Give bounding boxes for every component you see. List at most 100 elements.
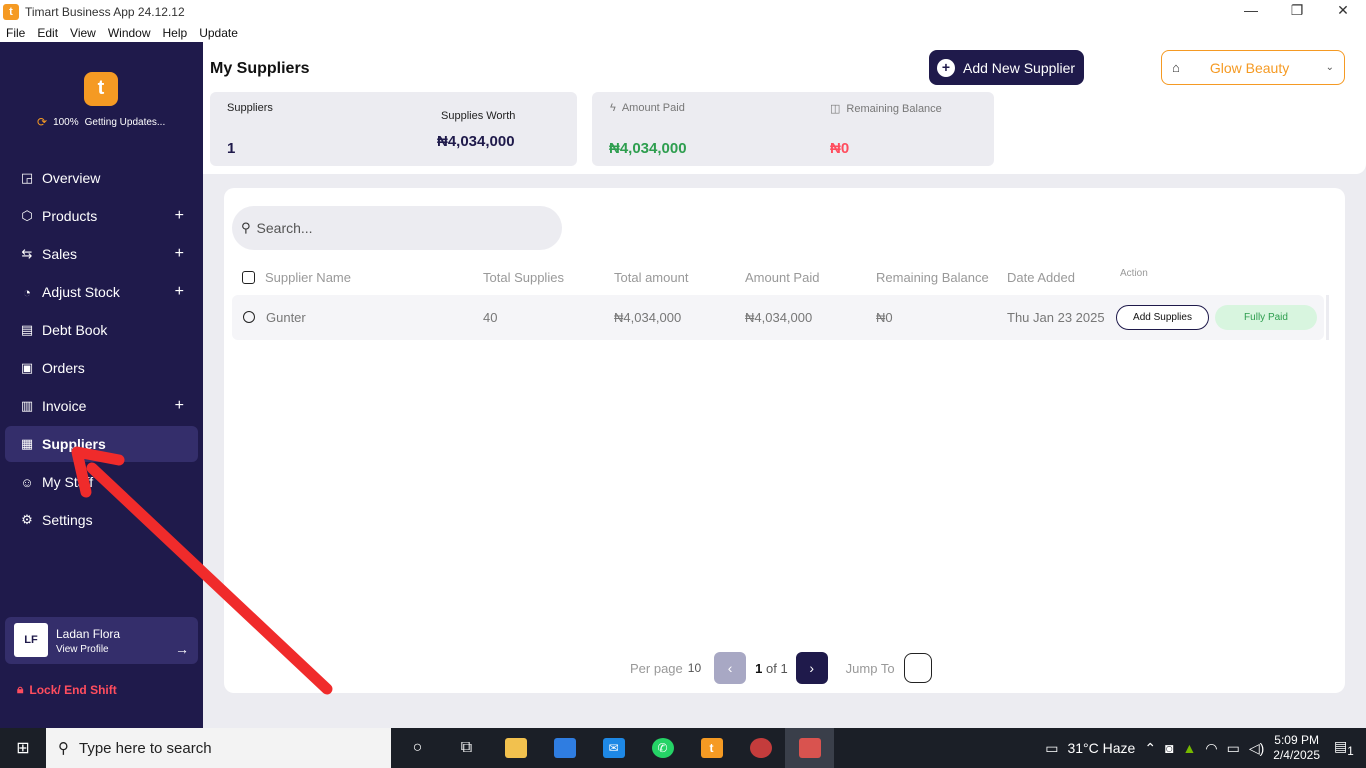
sidebar-item-label: Suppliers xyxy=(42,436,106,452)
lock-shift-button[interactable]: 🔒︎ Lock/ End Shift xyxy=(17,682,117,697)
update-percent: 100% xyxy=(53,116,79,128)
jump-to-input[interactable] xyxy=(903,653,932,683)
header-date-added[interactable]: Date Added xyxy=(1007,270,1075,285)
expand-plus-icon[interactable]: + xyxy=(175,245,184,263)
cell-remaining-balance: ₦0 xyxy=(876,310,893,325)
restore-button[interactable]: ❐ xyxy=(1274,0,1320,23)
mail-icon[interactable]: ✉ xyxy=(589,728,638,768)
menu-edit[interactable]: Edit xyxy=(37,26,58,40)
sidebar-item-products[interactable]: ⬡ Products + xyxy=(5,198,198,234)
scrollbar[interactable] xyxy=(1326,295,1329,340)
main-content: My Suppliers + Add New Supplier ⌂ Glow B… xyxy=(203,42,1366,728)
clock-date: 2/4/2025 xyxy=(1273,748,1320,762)
pagination: Per page 10 ‹ 1 of 1 › Jump To xyxy=(630,651,932,685)
close-button[interactable]: ✕ xyxy=(1320,0,1366,23)
next-page-button[interactable]: › xyxy=(795,652,828,684)
cell-total-amount: ₦4,034,000 xyxy=(614,310,682,325)
profile-name: Ladan Flora xyxy=(56,627,121,641)
row-select-radio[interactable] xyxy=(243,311,255,323)
timart-taskbar-icon[interactable]: t xyxy=(687,728,736,768)
cortana-icon[interactable]: ○ xyxy=(393,728,442,768)
windows-start-button[interactable]: ⊞ xyxy=(0,728,46,768)
sidebar-item-sales[interactable]: ⇆ Sales + xyxy=(5,236,198,272)
sidebar-item-orders[interactable]: ▣ Orders xyxy=(5,350,198,386)
status-badge: Fully Paid xyxy=(1215,305,1317,330)
header-strip: My Suppliers + Add New Supplier ⌂ Glow B… xyxy=(203,42,1366,174)
meet-icon[interactable]: ◙ xyxy=(1165,740,1173,756)
header-total-supplies[interactable]: Total Supplies xyxy=(483,270,564,285)
wifi-icon[interactable]: ◠ xyxy=(1205,740,1217,757)
add-new-supplier-button[interactable]: + Add New Supplier xyxy=(929,50,1084,85)
battery-icon[interactable]: ▭ xyxy=(1227,740,1240,757)
menu-file[interactable]: File xyxy=(6,26,25,40)
whatsapp-icon[interactable]: ✆ xyxy=(638,728,687,768)
menu-help[interactable]: Help xyxy=(163,26,188,40)
sidebar-item-overview[interactable]: ◲ Overview xyxy=(5,160,198,196)
previous-page-button[interactable]: ‹ xyxy=(714,652,747,684)
menu-window[interactable]: Window xyxy=(108,26,151,40)
nvidia-icon[interactable]: ▲ xyxy=(1183,740,1197,756)
sidebar-item-debt-book[interactable]: ▤ Debt Book xyxy=(5,312,198,348)
clock-time: 5:09 PM xyxy=(1274,733,1319,747)
file-explorer-icon[interactable] xyxy=(491,728,540,768)
sidebar-item-label: My Staff xyxy=(42,474,94,490)
expand-plus-icon[interactable]: + xyxy=(175,283,184,301)
plus-icon: + xyxy=(937,58,955,77)
sidebar-item-adjust-stock[interactable]: ◔ Adjust Stock + xyxy=(5,274,198,310)
volume-icon[interactable]: ◁) xyxy=(1249,740,1264,757)
supplies-worth-label: Supplies Worth xyxy=(441,110,516,122)
sidebar-item-invoice[interactable]: ▥ Invoice + xyxy=(5,388,198,424)
app-icon: t xyxy=(3,3,19,20)
header-remaining-balance[interactable]: Remaining Balance xyxy=(876,270,989,285)
taskbar-search[interactable]: ⚲ Type here to search xyxy=(46,728,391,768)
page-title: My Suppliers xyxy=(210,60,310,77)
weather-icon[interactable]: ▭ xyxy=(1045,740,1058,757)
menu-view[interactable]: View xyxy=(70,26,96,40)
box-icon: ⬡ xyxy=(21,208,33,223)
per-page-value[interactable]: 10 xyxy=(688,661,701,675)
weather-text[interactable]: 31°C Haze xyxy=(1067,740,1135,756)
arrow-right-icon[interactable]: → xyxy=(175,641,189,657)
lock-label: Lock/ End Shift xyxy=(29,682,117,697)
title-bar: t Timart Business App 24.12.12 — ❐ ✕ xyxy=(0,0,1366,23)
clock[interactable]: 5:09 PM 2/4/2025 xyxy=(1273,733,1320,763)
notification-icon[interactable]: ▤1 xyxy=(1334,738,1358,758)
header-amount-paid[interactable]: Amount Paid xyxy=(745,270,819,285)
cell-total-supplies: 40 xyxy=(483,310,498,325)
remaining-balance-value: ₦0 xyxy=(830,140,850,157)
sidebar-item-label: Settings xyxy=(42,512,93,528)
id-card-icon: ▦ xyxy=(20,436,34,451)
table-row[interactable]: Gunter 40 ₦4,034,000 ₦4,034,000 ₦0 Thu J… xyxy=(232,295,1324,340)
add-supplies-button[interactable]: Add Supplies xyxy=(1116,305,1209,330)
overview-icon: ◲ xyxy=(20,170,34,185)
snipping-tool-icon[interactable] xyxy=(785,728,834,768)
minimize-button[interactable]: — xyxy=(1228,0,1274,23)
profile-card[interactable]: LF Ladan Flora View Profile → xyxy=(5,617,198,664)
chevron-up-icon[interactable]: ⌃ xyxy=(1144,740,1156,757)
suppliers-stat-card: Suppliers 1 Supplies Worth ₦4,034,000 xyxy=(210,92,577,166)
sidebar-item-suppliers[interactable]: ▦ Suppliers xyxy=(5,426,198,462)
expand-plus-icon[interactable]: + xyxy=(175,397,184,415)
expand-plus-icon[interactable]: + xyxy=(175,207,184,225)
paint-icon[interactable] xyxy=(736,728,785,768)
search-input[interactable] xyxy=(256,220,537,236)
sidebar-item-my-staff[interactable]: ☺ My Staff xyxy=(5,464,198,500)
supplies-worth-value: ₦4,034,000 xyxy=(437,133,515,150)
suppliers-count: 1 xyxy=(227,140,236,157)
search-box[interactable]: ⚲ xyxy=(232,206,562,250)
book-icon: ▤ xyxy=(20,322,34,337)
chevron-left-icon: ‹ xyxy=(727,660,733,676)
task-view-icon[interactable]: ⧉ xyxy=(442,728,491,768)
sidebar-item-settings[interactable]: ⚙ Settings xyxy=(5,502,198,538)
header-total-amount[interactable]: Total amount xyxy=(614,270,688,285)
view-profile-link[interactable]: View Profile xyxy=(56,644,109,655)
header-supplier-name[interactable]: Supplier Name xyxy=(265,270,351,285)
menu-update[interactable]: Update xyxy=(199,26,238,40)
sidebar-nav: ◲ Overview ⬡ Products + ⇆ Sales + ◔ Adjust Stock +… xyxy=(5,160,198,540)
store-selector[interactable]: ⌂ Glow Beauty ⌄ xyxy=(1161,50,1345,85)
sidebar-item-label: Orders xyxy=(42,360,85,376)
cell-date-added: Thu Jan 23 2025 xyxy=(1007,310,1105,325)
store-app-icon[interactable] xyxy=(540,728,589,768)
select-all-checkbox[interactable] xyxy=(242,271,255,284)
search-icon: ⚲ xyxy=(241,220,251,235)
